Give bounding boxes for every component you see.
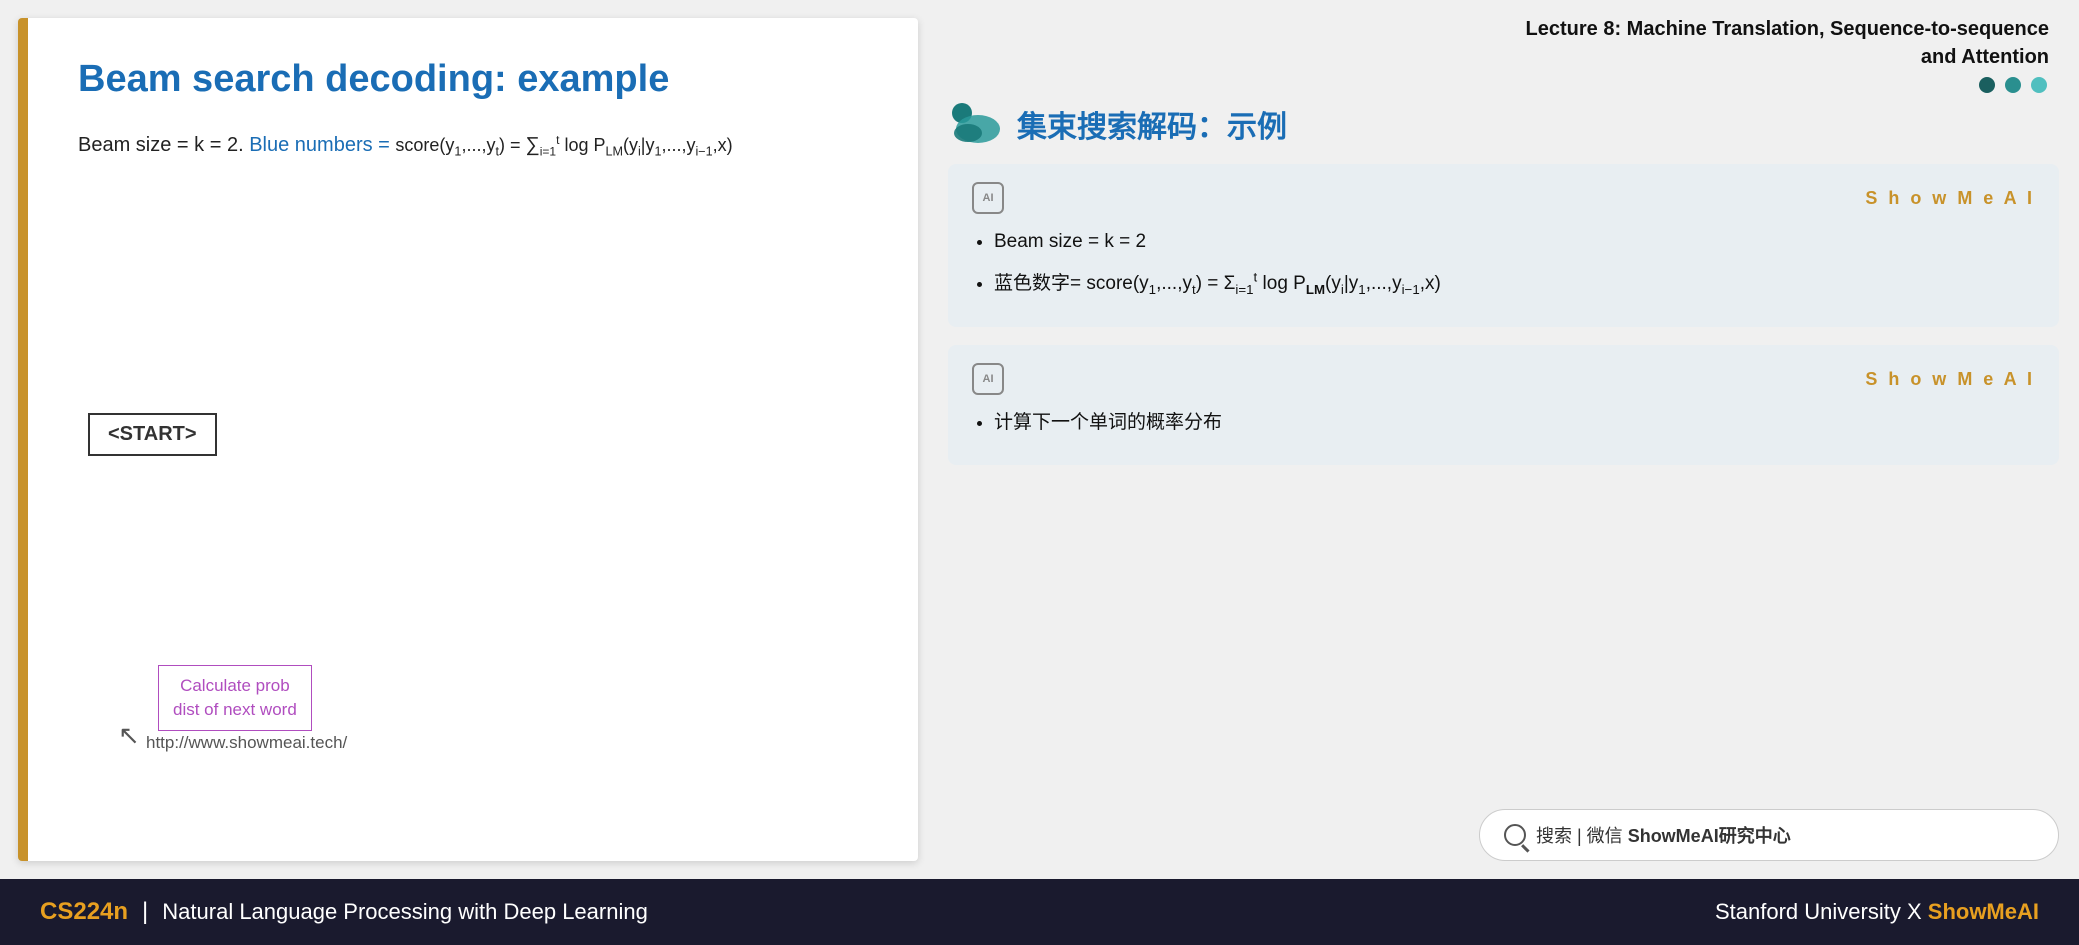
tooltip-box: Calculate prob dist of next word <box>158 665 312 731</box>
footer-showmeai: ShowMeAI <box>1928 899 2039 924</box>
search-bar[interactable]: 搜索 | 微信 ShowMeAI研究中心 <box>1479 809 2059 861</box>
wave-icon <box>948 101 1003 146</box>
slide-url: http://www.showmeai.tech/ <box>146 733 347 753</box>
nav-dot-3[interactable] <box>2031 77 2047 93</box>
card-1-content: Beam size = k = 2 蓝色数字= score(y1,...,yt)… <box>972 226 2035 301</box>
ai-icon-2: AI <box>972 363 1004 395</box>
card-1-header: AI S h o w M e A I <box>972 182 2035 214</box>
formula-inline: score(y1,...,yt) = ∑i=1t log PLM(yi|y1,.… <box>395 135 732 155</box>
footer: CS224n | Natural Language Processing wit… <box>0 879 2079 945</box>
card2-bullet1: 计算下一个单词的概率分布 <box>994 407 2035 439</box>
cursor-icon: ↖ <box>118 720 140 751</box>
search-icon <box>1504 824 1526 846</box>
lecture-header: Lecture 8: Machine Translation, Sequence… <box>948 10 2059 71</box>
start-box: <START> <box>88 413 217 456</box>
search-text: 搜索 | 微信 ShowMeAI研究中心 <box>1536 822 1791 848</box>
footer-stanford: Stanford University <box>1715 899 1901 924</box>
chinese-title: 集束搜索解码：示例 <box>1017 102 1287 146</box>
footer-divider: | <box>142 898 148 926</box>
nav-dot-2[interactable] <box>2005 77 2021 93</box>
card1-bullet1: Beam size = k = 2 <box>994 226 2035 258</box>
slide-panel: Beam search decoding: example Beam size … <box>18 18 918 861</box>
card-2-content: 计算下一个单词的概率分布 <box>972 407 2035 439</box>
right-panel: Lecture 8: Machine Translation, Sequence… <box>918 0 2079 879</box>
ai-icon-1: AI <box>972 182 1004 214</box>
footer-x: X <box>1907 899 1928 924</box>
card1-bullet2: 蓝色数字= score(y1,...,yt) = Σi=1t log PLM(y… <box>994 266 2035 301</box>
slide-body: Beam size = k = 2. Blue numbers = score(… <box>78 129 868 162</box>
footer-right: Stanford University X ShowMeAI <box>1715 899 2039 925</box>
chinese-title-row: 集束搜索解码：示例 <box>948 101 2059 146</box>
footer-left: CS224n | Natural Language Processing wit… <box>40 898 648 926</box>
nav-dot-1[interactable] <box>1979 77 1995 93</box>
footer-cs224n: CS224n <box>40 898 128 926</box>
beam-size-text: Beam size = k = 2. <box>78 134 249 156</box>
blue-numbers-label: Blue numbers = <box>249 134 395 156</box>
card-2: AI S h o w M e A I 计算下一个单词的概率分布 <box>948 345 2059 465</box>
card-1: AI S h o w M e A I Beam size = k = 2 蓝色数… <box>948 164 2059 327</box>
slide-title: Beam search decoding: example <box>78 58 868 101</box>
card-2-header: AI S h o w M e A I <box>972 363 2035 395</box>
footer-subtitle: Natural Language Processing with Deep Le… <box>162 899 648 925</box>
showmeai-label-2: S h o w M e A I <box>1865 369 2035 390</box>
showmeai-label-1: S h o w M e A I <box>1865 188 2035 209</box>
nav-dots <box>948 77 2059 93</box>
